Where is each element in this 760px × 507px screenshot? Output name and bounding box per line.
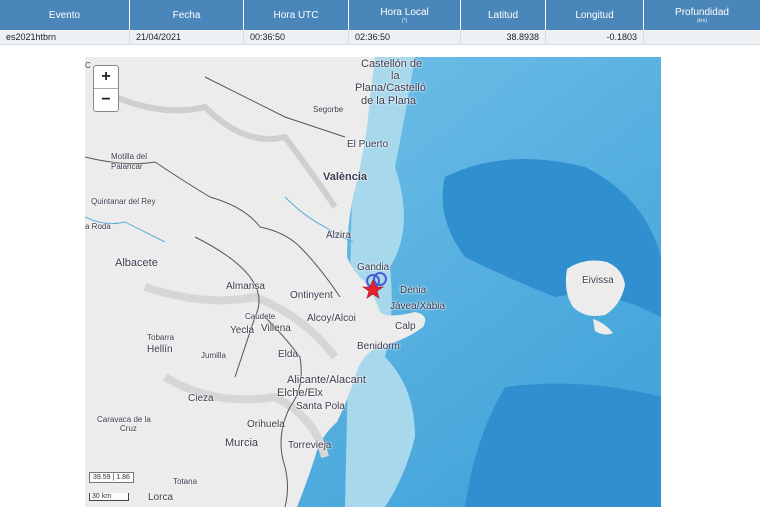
map-label: Caudete [245, 312, 276, 321]
map-label: Elche/Elx [277, 387, 323, 399]
map-label: Alzira [326, 230, 352, 241]
zoom-control: + − [93, 65, 119, 112]
coordinate-readout: 39.59 | 1.86 [89, 472, 134, 483]
header-latitud[interactable]: Latitud [461, 0, 546, 30]
map-label: la [391, 70, 400, 82]
map-label: Almansa [226, 281, 265, 292]
header-fecha[interactable]: Fecha [130, 0, 244, 30]
map-label: Palancar [111, 162, 143, 171]
cell-longitud: -0.1803 [546, 30, 644, 44]
earthquake-table: Evento Fecha Hora UTC Hora Local (*) Lati… [0, 0, 760, 45]
map-label: Hellín [147, 344, 173, 355]
map-label: a Roda [85, 222, 111, 231]
map-label: de la Plana [361, 95, 417, 107]
map-label: Orihuela [247, 419, 285, 430]
map-label: Segorbe [313, 105, 344, 114]
map-label: Jávea/Xàbia [390, 301, 446, 312]
epicenter-map[interactable]: C Castellón de la Plana/Castelló de la P… [85, 57, 661, 507]
map-label: Caravaca de la [97, 415, 151, 424]
map-label: C [85, 61, 91, 70]
map-label: Quintanar del Rey [91, 197, 156, 206]
header-longitud[interactable]: Longitud [546, 0, 644, 30]
map-label: Cieza [188, 393, 214, 404]
header-hora-local[interactable]: Hora Local (*) [349, 0, 461, 30]
map-label: El Puerto [347, 139, 389, 150]
map-label: Eivissa [582, 275, 614, 286]
cell-hora-utc: 00:36:50 [244, 30, 349, 44]
map-label: Alcoy/Alcoi [307, 313, 356, 324]
map-label: Dénia [400, 285, 427, 296]
table-row[interactable]: es2021htbrn 21/04/2021 00:36:50 02:36:50… [0, 30, 760, 45]
map-label: Jumilla [201, 351, 226, 360]
zoom-out-button[interactable]: − [94, 89, 118, 111]
map-label: Calp [395, 321, 416, 332]
map-canvas [85, 57, 661, 507]
map-label: Alicante/Alacant [287, 374, 366, 386]
map-label: Totana [173, 477, 198, 486]
map-label: Plana/Castelló [355, 82, 426, 94]
cell-evento: es2021htbrn [0, 30, 130, 44]
table-header: Evento Fecha Hora UTC Hora Local (*) Lati… [0, 0, 760, 30]
map-label: Albacete [115, 257, 158, 269]
header-profundidad[interactable]: Profundidad (km) [644, 0, 760, 30]
map-label: Murcia [225, 437, 259, 449]
zoom-in-button[interactable]: + [94, 66, 118, 89]
cell-profundidad [644, 30, 760, 44]
map-label: Santa Pola [296, 401, 345, 412]
map-label: Yecla [230, 325, 255, 336]
map-label: Benidorm [357, 341, 400, 352]
map-label: Torrevieja [288, 440, 332, 451]
cell-fecha: 21/04/2021 [130, 30, 244, 44]
map-label: Tobarra [147, 333, 175, 342]
map-label: Cruz [120, 424, 137, 433]
map-label: Castellón de [361, 58, 423, 70]
cell-latitud: 38.8938 [461, 30, 546, 44]
header-hora-utc[interactable]: Hora UTC [244, 0, 349, 30]
map-label-valencia: València [323, 171, 368, 183]
map-label: Villena [261, 323, 291, 334]
cell-hora-local: 02:36:50 [349, 30, 461, 44]
header-evento[interactable]: Evento [0, 0, 130, 30]
map-label: Motilla del [111, 152, 148, 161]
map-label: Ontinyent [290, 290, 333, 301]
map-label: Lorca [148, 492, 174, 503]
scale-bar: 30 km [89, 493, 129, 501]
map-label: Elda [278, 349, 299, 360]
map-label: Gandia [357, 262, 390, 273]
